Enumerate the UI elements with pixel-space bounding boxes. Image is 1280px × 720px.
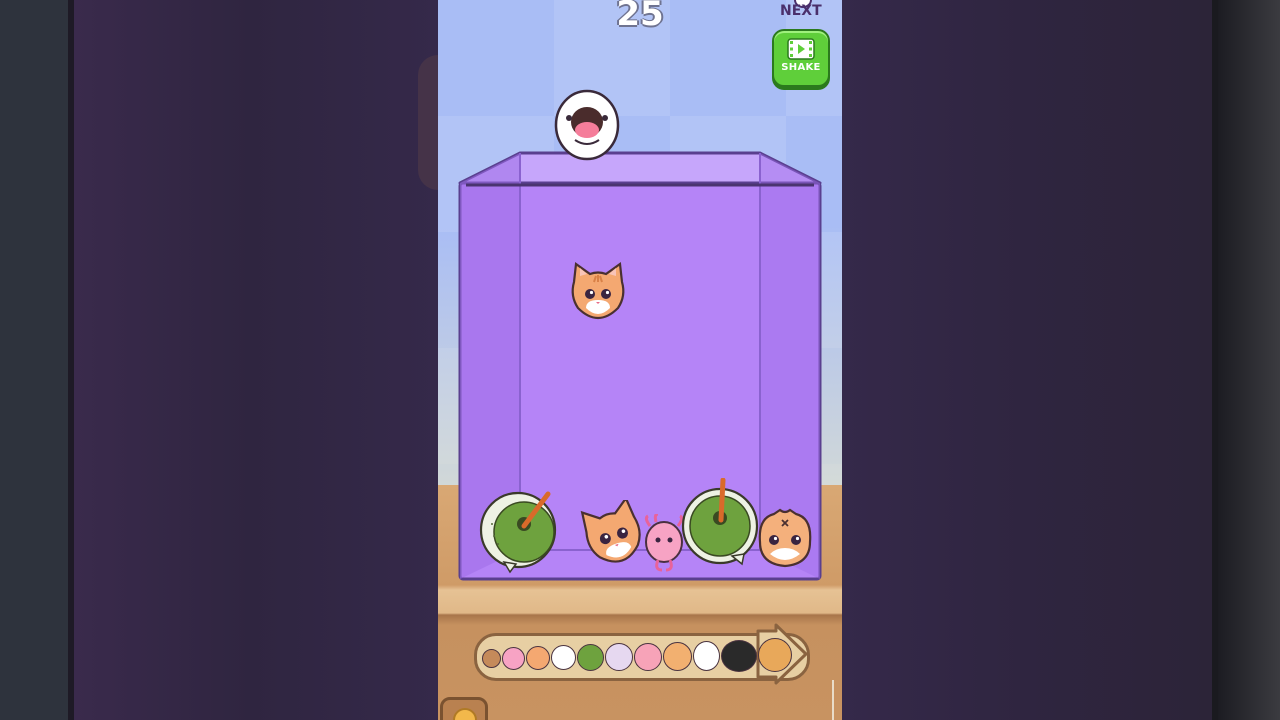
- blurred-backdrop-right: [842, 0, 1280, 720]
- frog-donut-piece: [681, 478, 759, 566]
- tuxedo-cat-icon: [721, 640, 757, 672]
- shiba-icon: [663, 642, 692, 671]
- egg-icon: [693, 641, 720, 671]
- hamster-piece: [758, 508, 812, 568]
- axolotl-icon: [502, 647, 525, 670]
- blurred-backdrop-left: [0, 0, 458, 720]
- frog-donut-piece: [479, 491, 557, 574]
- game-viewport[interactable]: 25 NEXT SHAKE: [438, 0, 842, 720]
- poop-icon: [482, 649, 501, 668]
- coin-icon: [453, 708, 477, 720]
- hamster-icon: [758, 638, 792, 672]
- dog-icon: [551, 645, 576, 670]
- resting-cat-piece: [580, 500, 641, 563]
- cat-icon: [526, 646, 550, 670]
- pig-icon: [634, 643, 662, 671]
- scroll-indicator: [832, 680, 834, 720]
- coin-shop-button[interactable]: [440, 697, 488, 720]
- evolution-chain: [482, 638, 822, 672]
- dropper-dog-piece: [554, 89, 620, 161]
- frog-icon: [577, 644, 604, 671]
- backdrop-edge: [68, 0, 74, 720]
- screaming-cat-icon: [605, 643, 633, 671]
- backdrop-edge: [1212, 0, 1218, 720]
- falling-cat-piece: [571, 262, 625, 320]
